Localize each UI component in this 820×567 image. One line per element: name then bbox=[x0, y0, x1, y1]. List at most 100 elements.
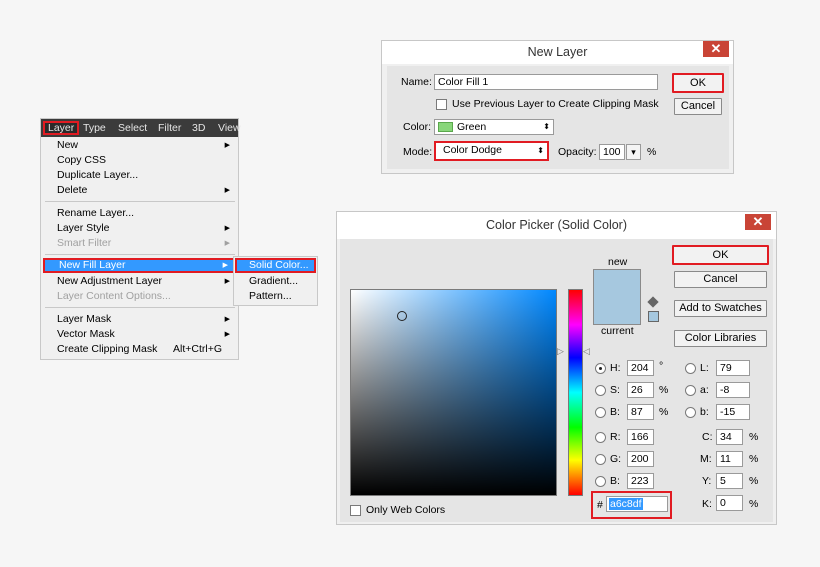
menubar-item-filter[interactable]: Filter bbox=[158, 121, 181, 135]
add-to-swatches-button[interactable]: Add to Swatches bbox=[674, 300, 767, 317]
a-channel-field[interactable]: -8 bbox=[716, 382, 750, 398]
menu-item-layer-mask[interactable]: Layer Mask ▶ bbox=[43, 312, 236, 327]
saturation-field[interactable]: 26 bbox=[627, 382, 654, 398]
menubar-item-select[interactable]: Select bbox=[118, 121, 147, 135]
menu-item-label: Duplicate Layer... bbox=[57, 169, 139, 181]
color-label: Color: bbox=[403, 121, 432, 133]
magenta-field[interactable]: 11 bbox=[716, 451, 743, 467]
dialog-title: New Layer bbox=[382, 41, 733, 64]
yellow-field[interactable]: 5 bbox=[716, 473, 743, 489]
close-icon[interactable]: ✕ bbox=[703, 41, 729, 57]
cancel-button[interactable]: Cancel bbox=[674, 98, 722, 115]
submenu-item-pattern[interactable]: Pattern... bbox=[235, 289, 316, 304]
name-field[interactable]: Color Fill 1 bbox=[434, 74, 658, 90]
black-field[interactable]: 0 bbox=[716, 495, 743, 511]
menu-item-new-adjustment-layer[interactable]: New Adjustment Layer ▶ bbox=[43, 274, 236, 289]
menu-item-label: Layer Content Options... bbox=[57, 290, 171, 302]
color-picker-circle-icon[interactable] bbox=[397, 311, 407, 321]
red-label: R: bbox=[610, 431, 621, 443]
menu-item-delete[interactable]: Delete ▶ bbox=[43, 183, 236, 198]
menu-item-smart-filter: Smart Filter ▶ bbox=[43, 236, 236, 251]
cube-icon[interactable] bbox=[647, 296, 659, 308]
hex-label: # bbox=[597, 499, 603, 511]
ok-button[interactable]: OK bbox=[672, 73, 724, 93]
hex-field[interactable]: a6c8df bbox=[606, 496, 668, 512]
new-layer-dialog: New Layer ✕ Name: Color Fill 1 Use Previ… bbox=[381, 40, 734, 174]
new-current-swatch bbox=[593, 269, 641, 325]
color-select[interactable]: Green ⬍ bbox=[434, 119, 554, 135]
red-field[interactable]: 166 bbox=[627, 429, 654, 445]
menubar-item-view[interactable]: View bbox=[218, 121, 241, 135]
menu-item-layer-style[interactable]: Layer Style ▶ bbox=[43, 221, 236, 236]
brightness-radio[interactable] bbox=[595, 407, 606, 418]
shortcut-label: Alt+Ctrl+G bbox=[172, 343, 222, 355]
cancel-button[interactable]: Cancel bbox=[674, 271, 767, 288]
hex-value-selected: a6c8df bbox=[609, 498, 643, 510]
menu-item-vector-mask[interactable]: Vector Mask ▶ bbox=[43, 327, 236, 342]
brightness-field[interactable]: 87 bbox=[627, 404, 654, 420]
only-web-colors-checkbox[interactable] bbox=[350, 505, 361, 516]
current-color-label: current bbox=[601, 325, 634, 337]
menubar-item-layer[interactable]: Layer bbox=[43, 121, 80, 135]
saturation-radio[interactable] bbox=[595, 385, 606, 396]
opacity-field[interactable]: 100 bbox=[599, 144, 625, 160]
submenu-item-gradient[interactable]: Gradient... bbox=[235, 274, 316, 289]
menu-item-new[interactable]: New ▶ bbox=[43, 138, 236, 153]
a-channel-radio[interactable] bbox=[685, 385, 696, 396]
menu-item-label: New bbox=[57, 139, 79, 151]
b-channel-field[interactable]: -15 bbox=[716, 404, 750, 420]
submenu-arrow-icon: ▶ bbox=[224, 225, 230, 232]
select-caret-icon: ⬍ bbox=[543, 122, 550, 131]
color-field[interactable] bbox=[350, 289, 557, 496]
clipping-mask-label: Use Previous Layer to Create Clipping Ma… bbox=[452, 98, 659, 110]
degree-unit: ° bbox=[659, 360, 664, 372]
fill-layer-submenu: Solid Color... Gradient... Pattern... bbox=[233, 256, 318, 306]
web-safe-swatch-icon[interactable] bbox=[648, 311, 659, 322]
menubar-item-type[interactable]: Type bbox=[83, 121, 106, 135]
opacity-dropdown-icon[interactable]: ▾ bbox=[626, 144, 641, 160]
submenu-arrow-icon: ▶ bbox=[224, 278, 230, 285]
menu-item-rename-layer[interactable]: Rename Layer... bbox=[43, 206, 236, 221]
mode-select[interactable]: Color Dodge ⬍ bbox=[434, 141, 549, 161]
dialog-title: Color Picker (Solid Color) bbox=[337, 212, 776, 239]
close-icon[interactable]: ✕ bbox=[745, 214, 771, 230]
menu-item-new-fill-layer[interactable]: New Fill Layer ▶ bbox=[43, 258, 236, 273]
menu-item-copy-css[interactable]: Copy CSS bbox=[43, 153, 236, 168]
magenta-label: M: bbox=[700, 453, 712, 465]
hue-radio[interactable] bbox=[595, 363, 606, 374]
black-label: K: bbox=[702, 498, 712, 510]
blue-field[interactable]: 223 bbox=[627, 473, 654, 489]
menu-item-duplicate-layer[interactable]: Duplicate Layer... bbox=[43, 168, 236, 183]
red-radio[interactable] bbox=[595, 432, 606, 443]
submenu-item-solid-color[interactable]: Solid Color... bbox=[235, 258, 316, 273]
opacity-unit: % bbox=[647, 146, 657, 158]
hue-slider-left-arrow-icon[interactable]: ▷ bbox=[557, 346, 564, 357]
menu-item-create-clipping-mask[interactable]: Create Clipping Mask Alt+Ctrl+G bbox=[43, 342, 236, 357]
percent-unit: % bbox=[749, 453, 759, 465]
blue-radio[interactable] bbox=[595, 476, 606, 487]
clipping-mask-checkbox[interactable] bbox=[436, 99, 447, 110]
hue-field[interactable]: 204 bbox=[627, 360, 654, 376]
lightness-field[interactable]: 79 bbox=[716, 360, 750, 376]
color-libraries-button[interactable]: Color Libraries bbox=[674, 330, 767, 347]
b-channel-label: b: bbox=[700, 406, 709, 418]
layer-menu: Layer Type Select Filter 3D View New ▶ Co… bbox=[40, 118, 241, 360]
percent-unit: % bbox=[749, 431, 759, 443]
menu-separator bbox=[45, 201, 235, 202]
opacity-label: Opacity: bbox=[558, 146, 597, 158]
green-field[interactable]: 200 bbox=[627, 451, 654, 467]
lightness-radio[interactable] bbox=[685, 363, 696, 374]
hue-slider-right-arrow-icon[interactable]: ◁ bbox=[583, 346, 590, 357]
brightness-label: B: bbox=[610, 406, 620, 418]
menubar-item-3d[interactable]: 3D bbox=[192, 121, 205, 135]
hue-label: H: bbox=[610, 362, 621, 374]
b-channel-radio[interactable] bbox=[685, 407, 696, 418]
percent-unit: % bbox=[749, 498, 759, 510]
menu-item-label: Delete bbox=[57, 184, 88, 196]
new-color-label: new bbox=[608, 256, 628, 268]
cyan-field[interactable]: 34 bbox=[716, 429, 743, 445]
ok-button[interactable]: OK bbox=[672, 245, 769, 265]
name-label: Name: bbox=[401, 76, 432, 88]
green-radio[interactable] bbox=[595, 454, 606, 465]
hue-slider[interactable] bbox=[568, 289, 583, 496]
